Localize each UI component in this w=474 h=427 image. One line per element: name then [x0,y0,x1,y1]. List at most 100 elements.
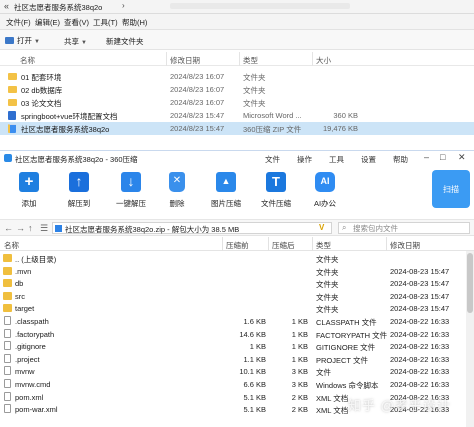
col-size[interactable]: 大小 [316,55,331,66]
cell-size: 1.6 KB [243,317,266,326]
delete-button[interactable]: 删除 [154,172,200,209]
archive-path-field[interactable]: 社区志愿者服务系统38q2o.zip - 解包大小为 38.5 MB V [52,222,332,234]
list-item-selected[interactable]: 社区志愿者服务系统38q2o 2024/8/23 15:47 360压缩 ZIP… [0,122,474,135]
cell-modified: 2024-08-22 16:33 [390,380,450,389]
menu-help[interactable]: 帮助(H) [122,17,147,28]
menu-file[interactable]: 文件(F) [6,17,31,28]
image-compress-button[interactable]: 图片压缩 [203,172,249,209]
ai-icon [315,172,335,192]
list-item[interactable]: 02 db数据库 2024/8/23 16:07 文件夹 [0,83,474,96]
cell-compressed-size: 1 KB [291,354,308,364]
item-type: 文件夹 [243,73,266,82]
ai-office-button[interactable]: AI办公 [302,172,348,209]
col-name[interactable]: 名称 [4,240,19,251]
col-compressed[interactable]: 压缩后 [272,240,295,251]
item-type: 文件夹 [243,99,266,108]
column-divider[interactable] [268,237,269,251]
col-type[interactable]: 类型 [243,55,258,66]
cell-type: Windows 命令脚本 [316,381,379,390]
back-arrow-icon[interactable]: « [4,1,9,11]
address-bar[interactable]: « 社区志愿者服务系统38q2o › [0,0,474,14]
ai-office-label: AI办公 [313,199,337,208]
cell-type: 文件夹 [316,292,339,302]
watermark: 知乎 @孝乎设计 [348,398,451,413]
menu-tools[interactable]: 工具(T) [93,17,118,28]
table-row[interactable]: .classpath 1.6 KB 1 KB CLASSPATH 文件 2024-08-… [0,315,474,328]
column-divider[interactable] [386,237,387,251]
image-compress-label: 图片压缩 [211,199,241,208]
table-row[interactable]: .mvn 文件夹 2024-08-23 15:47 [0,265,474,278]
table-row[interactable]: src 文件夹 2024-08-23 15:47 [0,290,474,303]
menu-tools[interactable]: 工具 [329,154,344,165]
scan-button[interactable]: 扫描 [432,170,470,208]
maximize-icon[interactable]: □ [440,152,445,162]
folder-icon [8,86,17,93]
close-icon[interactable]: ✕ [458,152,466,163]
col-modified[interactable]: 修改日期 [390,240,420,251]
column-divider[interactable] [166,52,167,66]
new-folder-button[interactable]: 新建文件夹 [106,36,144,47]
column-divider[interactable] [222,237,223,251]
item-date: 2024/8/23 15:47 [170,124,225,133]
scrollbar[interactable] [466,251,474,427]
file-compress-button[interactable]: 文件压缩 [253,172,299,209]
extract-to-button[interactable]: 解压到 [56,172,102,209]
add-button[interactable]: 添加 [6,172,52,209]
table-row[interactable]: mvnw 10.1 KB 3 KB 文件 2024-08-22 16:33 [0,365,474,378]
item-date: 2024/8/23 16:07 [170,85,225,94]
menu-help[interactable]: 帮助 [393,154,408,165]
cell-size: 1.1 KB [243,354,266,364]
menu-settings[interactable]: 设置 [361,154,376,165]
chevron-right-icon[interactable]: › [122,1,125,10]
view-toggle-icon[interactable]: ☰ [40,223,48,234]
cell-name: .gitignore [15,342,46,352]
column-divider[interactable] [312,52,313,66]
menu-file[interactable]: 文件 [265,154,280,165]
forward-arrow-icon[interactable]: → [16,223,25,233]
table-row[interactable]: target 文件夹 2024-08-23 15:47 [0,302,474,315]
col-size[interactable]: 压缩前 [226,240,249,251]
list-item[interactable]: springboot+vue环境配置文档 2024/8/23 15:47 Mic… [0,109,474,122]
word-doc-icon [8,111,16,120]
search-box[interactable]: ⌕ [338,222,470,234]
table-row[interactable]: .gitignore 1 KB 1 KB GITIGNORE 文件 2024-08-22… [0,340,474,353]
cell-size: 5.1 KB [243,392,266,402]
scrollbar-thumb[interactable] [467,253,473,313]
col-type[interactable]: 类型 [316,240,331,251]
col-name[interactable]: 名称 [20,55,35,66]
one-click-extract-label: 一键解压 [116,199,146,208]
folder-icon [3,304,12,313]
image-icon [216,172,236,192]
back-arrow-icon[interactable]: ← [4,223,13,233]
table-row[interactable]: .project 1.1 KB 1 KB PROJECT 文件 2024-08-22 1… [0,353,474,366]
menu-edit[interactable]: 编辑(E) [35,17,60,28]
breadcrumb[interactable]: 社区志愿者服务系统38q2o [14,2,102,13]
column-divider[interactable] [312,237,313,251]
search-input[interactable] [353,224,467,233]
cell-compressed-size: 2 KB [291,405,308,415]
share-button[interactable]: 共享 ▼ [64,36,87,47]
delete-label: 删除 [169,199,185,208]
caret-down-icon: ▼ [34,39,40,45]
minimize-icon[interactable]: – [424,152,429,162]
cell-type: XML 文档 [316,393,349,403]
zip-file-icon [8,124,16,133]
item-name: 02 db数据库 [21,86,63,95]
cell-compressed-size: 1 KB [291,317,308,326]
menu-view[interactable]: 查看(V) [64,17,89,28]
table-row[interactable]: .. (上级目录) 文件夹 [0,252,474,265]
menu-bar: 文件(F) 编辑(E) 查看(V) 工具(T) 帮助(H) [0,14,474,30]
col-date[interactable]: 修改日期 [170,55,200,66]
column-divider[interactable] [239,52,240,66]
list-item[interactable]: 01 配套环境 2024/8/23 16:07 文件夹 [0,70,474,83]
one-click-extract-button[interactable]: 一键解压 [108,172,154,209]
menu-operate[interactable]: 操作 [297,154,312,165]
table-row[interactable]: .factorypath 14.6 KB 1 KB FACTORYPATH 文件 202… [0,328,474,341]
add-icon [19,172,39,192]
up-folder-icon[interactable]: ↑ [28,223,33,233]
table-row[interactable]: db 文件夹 2024-08-23 15:47 [0,277,474,290]
table-row[interactable]: mvnw.cmd 6.6 KB 3 KB Windows 命令脚本 2024-08-22… [0,378,474,391]
item-date: 2024/8/23 16:07 [170,72,225,81]
open-button[interactable]: 打开 ▼ [5,35,40,46]
list-item[interactable]: 03 论文文档 2024/8/23 16:07 文件夹 [0,96,474,109]
